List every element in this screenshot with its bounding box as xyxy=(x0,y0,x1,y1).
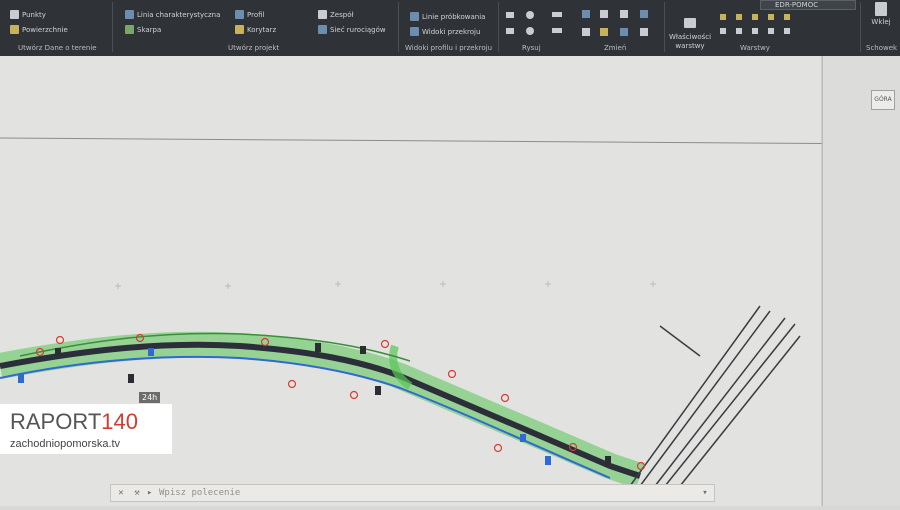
ribbon-separator xyxy=(398,2,399,52)
grading-icon xyxy=(125,25,134,34)
feature-line-icon xyxy=(125,10,134,19)
section-views-icon xyxy=(410,27,419,36)
grading-button[interactable]: Skarpa xyxy=(125,25,161,34)
sample-lines-icon xyxy=(410,12,419,21)
layer-properties-icon xyxy=(684,18,696,28)
ribbon: Punkty Powierzchnie Utwórz Dane o tereni… xyxy=(0,0,900,56)
wrench-icon[interactable]: ⚒ xyxy=(131,487,143,499)
draw-modify-tools[interactable] xyxy=(502,4,662,42)
feature-line-label: Linia charakterystyczna xyxy=(137,10,221,19)
logo-brand: RAPORT xyxy=(10,409,102,434)
corridor-button[interactable]: Korytarz xyxy=(235,25,276,34)
chevron-down-icon[interactable]: ▾ xyxy=(699,487,711,499)
panel-label-modify[interactable]: Zmień xyxy=(604,44,626,52)
layer-tools[interactable] xyxy=(718,12,818,42)
pipe-network-icon xyxy=(318,25,327,34)
ribbon-separator xyxy=(664,2,665,52)
crosshair-horizontal xyxy=(0,137,900,145)
logo-badge: 24h xyxy=(139,392,161,403)
railway-tracks xyxy=(629,305,801,487)
close-icon[interactable]: ✕ xyxy=(115,487,127,499)
assembly-label: Zespół xyxy=(330,10,354,19)
layer-properties-button[interactable]: Właściwości warstwy xyxy=(668,18,712,51)
feature-line-button[interactable]: Linia charakterystyczna xyxy=(125,10,220,19)
assembly-icon xyxy=(318,10,327,19)
command-line[interactable]: ✕ ⚒ ▸ Wpisz polecenie ▾ xyxy=(110,484,715,502)
corridor-icon xyxy=(235,25,244,34)
ribbon-separator xyxy=(860,2,861,52)
grid-marks xyxy=(115,281,656,289)
panel-label-terrain[interactable]: Utwórz Dane o terenie xyxy=(18,44,97,52)
paste-label: Wklej xyxy=(871,18,891,26)
viewcube-face-label: GÓRA xyxy=(874,96,892,103)
surfaces-label: Powierzchnie xyxy=(22,25,68,34)
command-input[interactable]: Wpisz polecenie xyxy=(159,485,240,501)
surfaces-button[interactable]: Powierzchnie xyxy=(10,25,68,34)
section-views-label: Widoki przekroju xyxy=(422,27,481,36)
points-icon xyxy=(10,10,19,19)
surface-icon xyxy=(10,25,19,34)
pipe-network-label: Sieć rurociągów xyxy=(330,25,386,34)
profile-label: Profil xyxy=(247,10,265,19)
corridor-label: Korytarz xyxy=(247,25,277,34)
profile-icon xyxy=(235,10,244,19)
logo-number: 140 xyxy=(101,409,138,434)
assembly-button[interactable]: Zespół xyxy=(318,10,353,19)
viewcube-panel: GÓRA xyxy=(822,56,900,506)
layer-dropdown-value: EDR-POMOC xyxy=(775,1,819,9)
panel-label-layers[interactable]: Warstwy xyxy=(740,44,770,52)
panel-label-design[interactable]: Utwórz projekt xyxy=(228,44,279,52)
paste-button[interactable]: Wklej xyxy=(866,2,896,26)
logo-title: RAPORT140 xyxy=(10,409,138,435)
sample-lines-button[interactable]: Linie próbkowania xyxy=(410,12,485,21)
panel-label-clipboard[interactable]: Schowek xyxy=(866,44,897,52)
ribbon-separator xyxy=(498,2,499,52)
points-label: Punkty xyxy=(22,10,46,19)
paste-icon xyxy=(875,2,887,16)
command-prompt-icon: ▸ xyxy=(147,488,153,498)
pipe-network-button[interactable]: Sieć rurociągów xyxy=(318,25,386,34)
ribbon-separator xyxy=(112,2,113,52)
grading-label: Skarpa xyxy=(137,25,162,34)
sample-lines-label: Linie próbkowania xyxy=(422,12,486,21)
panel-label-views[interactable]: Widoki profilu i przekroju xyxy=(405,44,492,52)
layer-dropdown[interactable]: EDR-POMOC xyxy=(760,0,856,10)
logo-url: zachodniopomorska.tv xyxy=(10,438,121,450)
points-button[interactable]: Punkty xyxy=(10,10,46,19)
section-views-button[interactable]: Widoki przekroju xyxy=(410,27,480,36)
layer-properties-label: Właściwości warstwy xyxy=(668,33,712,50)
profile-button[interactable]: Profil xyxy=(235,10,264,19)
panel-label-draw[interactable]: Rysuj xyxy=(522,44,541,52)
viewcube[interactable]: GÓRA xyxy=(871,90,895,110)
